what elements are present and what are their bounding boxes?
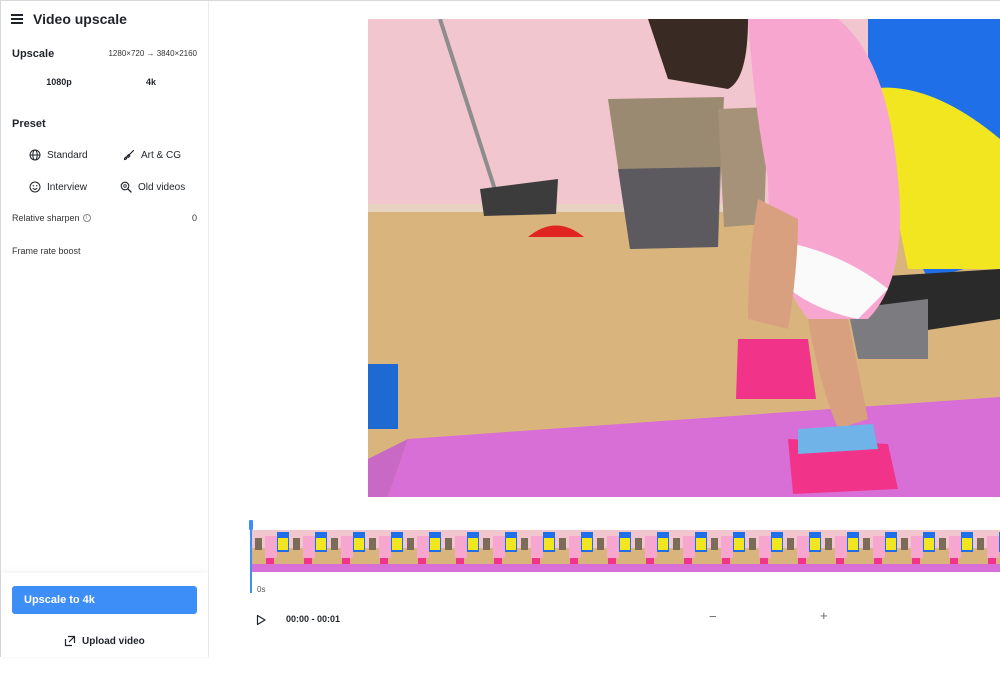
preset-art-cg[interactable]: Art & CG	[123, 149, 181, 161]
zoom-in-button[interactable]: +	[820, 608, 828, 623]
relative-sharpen-label: Relative sharpen	[12, 213, 80, 223]
timeline-thumbnail	[593, 530, 631, 572]
timeline-thumbnail	[555, 530, 593, 572]
preset-heading: Preset	[12, 118, 46, 130]
sidebar-header: Video upscale	[11, 9, 127, 29]
timeline-thumbnail	[669, 530, 707, 572]
timeline-thumbnail	[859, 530, 897, 572]
timeline-thumbnail	[251, 530, 289, 572]
preset-art-cg-label: Art & CG	[141, 149, 182, 161]
upscale-button[interactable]: Upscale to 4k	[12, 586, 197, 614]
smile-icon	[29, 181, 41, 193]
timeline-thumbnail	[403, 530, 441, 572]
video-preview[interactable]	[368, 19, 1000, 497]
timeline-thumbnail	[327, 530, 365, 572]
timeline-start-label: 0s	[257, 585, 266, 594]
frame-rate-boost-label: Frame rate boost	[12, 246, 81, 256]
zoom-out-button[interactable]: −	[709, 609, 717, 624]
page-title: Video upscale	[33, 11, 127, 27]
search-icon	[120, 181, 132, 193]
hamburger-menu-icon[interactable]	[11, 14, 23, 24]
resolution-range: 1280×720 → 3840×2160	[108, 49, 197, 58]
relative-sharpen-value[interactable]: 0	[192, 213, 197, 223]
upscale-heading: Upscale	[12, 48, 55, 60]
play-button[interactable]	[255, 613, 267, 631]
playhead[interactable]	[250, 522, 252, 593]
timeline-thumbnail	[821, 530, 859, 572]
preset-old-videos-label: Old videos	[138, 181, 186, 193]
info-icon[interactable]: i	[82, 214, 91, 222]
timeline-thumbnail	[783, 530, 821, 572]
preset-standard[interactable]: Standard	[29, 149, 88, 161]
globe-icon	[29, 149, 41, 161]
resolution-option-1080p[interactable]: 1080p	[14, 77, 104, 87]
upload-video-button[interactable]: Upload video	[64, 635, 145, 647]
playhead-handle[interactable]	[249, 520, 253, 530]
timeline-thumbnail	[745, 530, 783, 572]
timeline-thumbnail	[289, 530, 327, 572]
time-range: 00:00 - 00:01	[286, 614, 341, 624]
timeline-thumbnail	[479, 530, 517, 572]
preset-interview[interactable]: Interview	[29, 181, 87, 193]
video-frame-image	[368, 19, 1000, 497]
timeline-thumbnail	[365, 530, 403, 572]
resolution-option-4k[interactable]: 4k	[106, 77, 196, 87]
preset-old-videos[interactable]: Old videos	[120, 181, 185, 193]
brush-icon	[123, 149, 135, 161]
play-icon	[256, 614, 266, 626]
timeline-thumbnail	[631, 530, 669, 572]
relative-sharpen-row: Relative sharpen i	[12, 213, 91, 223]
upload-video-label: Upload video	[82, 635, 145, 647]
timeline-thumbnail	[441, 530, 479, 572]
timeline-thumbnail	[897, 530, 935, 572]
preview-area: 0s 00:00 - 00:01 − +	[209, 1, 1000, 657]
timeline-thumbnail	[517, 530, 555, 572]
app-window: Video upscale Upscale 1280×720 → 3840×21…	[0, 0, 1000, 657]
timeline-track[interactable]	[251, 530, 1000, 572]
preset-interview-label: Interview	[47, 181, 88, 193]
timeline-thumbnail	[935, 530, 973, 572]
sidebar-footer: Upscale to 4k Upload video	[1, 573, 208, 657]
upload-icon	[64, 635, 76, 647]
timeline-thumbnail	[707, 530, 745, 572]
timeline-thumbnail	[973, 530, 1000, 572]
settings-sidebar: Video upscale Upscale 1280×720 → 3840×21…	[1, 1, 209, 657]
preset-standard-label: Standard	[47, 149, 88, 161]
